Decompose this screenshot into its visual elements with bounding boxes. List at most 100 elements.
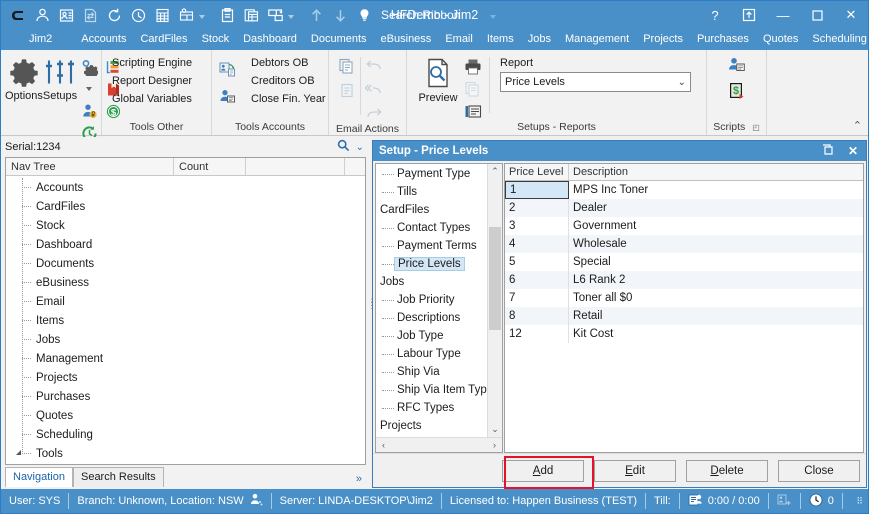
setup-tree-item-projects[interactable]: Projects	[376, 417, 502, 435]
minimize-button[interactable]: —	[766, 1, 800, 29]
scroll-thumb[interactable]	[489, 227, 501, 330]
more-tabs-icon[interactable]: »	[352, 471, 366, 487]
collapse-ribbon-icon[interactable]: ⌃	[853, 119, 862, 132]
setup-tree-vscrollbar[interactable]: ⌃ ⌄	[487, 164, 502, 437]
down-arrow-icon[interactable]	[329, 4, 351, 26]
clipboard-icon[interactable]	[216, 4, 238, 26]
close-button[interactable]: ✕	[834, 1, 868, 29]
setup-tree-item-price-levels[interactable]: Price Levels	[376, 255, 502, 273]
stock-item-icon[interactable]	[175, 4, 197, 26]
options-button[interactable]: Options	[5, 53, 43, 102]
tab-stock[interactable]: Stock	[195, 30, 237, 50]
setup-tree-item-descriptions[interactable]: Descriptions	[376, 309, 502, 327]
table-row[interactable]: 7 Toner all $0	[505, 289, 863, 307]
import-contact-icon[interactable]	[218, 59, 238, 79]
user-card-icon[interactable]	[727, 55, 747, 75]
expander-icon[interactable]	[16, 450, 21, 455]
gear-settings-icon[interactable]	[79, 57, 99, 77]
user-lock-icon[interactable]	[79, 101, 99, 121]
double-chevron-down-icon[interactable]: ⌄	[356, 142, 364, 153]
report-grid-icon[interactable]	[240, 4, 262, 26]
tab-management[interactable]: Management	[558, 30, 636, 50]
tab-accounts[interactable]: Accounts	[74, 30, 133, 50]
nav-item-quotes[interactable]: Quotes	[6, 406, 365, 425]
report-select[interactable]: Price Levels ⌄	[500, 72, 691, 92]
dialog-launcher-icon[interactable]: ◰	[752, 123, 760, 132]
till-icon[interactable]	[688, 493, 703, 510]
nav-col-count[interactable]: Count	[174, 158, 246, 175]
table-row[interactable]: 5 Special	[505, 253, 863, 271]
panel-splitter[interactable]: ⋮⋮	[367, 301, 370, 329]
hscroll-right-icon[interactable]: ›	[487, 440, 502, 450]
table-row[interactable]: 1 MPS Inc Toner	[505, 181, 863, 199]
debtors-ob-button[interactable]: Debtors OB	[251, 57, 326, 70]
user-card-icon[interactable]	[218, 87, 238, 107]
help-button[interactable]: ?	[698, 1, 732, 29]
dialog-close-button[interactable]: ✕	[840, 144, 866, 158]
setup-tree-item-labour-type[interactable]: Labour Type	[376, 345, 502, 363]
tab-documents[interactable]: Documents	[304, 30, 374, 50]
tab-cardfiles[interactable]: CardFiles	[133, 30, 194, 50]
dropdown-caret-icon[interactable]	[84, 79, 94, 99]
table-row[interactable]: 8 Retail	[505, 307, 863, 325]
delete-button[interactable]: Delete	[686, 460, 768, 482]
setup-tree-item-tills[interactable]: Tills	[376, 183, 502, 201]
setup-tree-item-jobs[interactable]: Jobs	[376, 273, 502, 291]
nav-item-items[interactable]: Items	[6, 311, 365, 330]
nav-item-projects[interactable]: Projects	[6, 368, 365, 387]
duplicate-window-icon[interactable]	[264, 4, 286, 26]
tab-scheduling[interactable]: Scheduling	[805, 30, 869, 50]
tab-purchases[interactable]: Purchases	[690, 30, 756, 50]
nav-item-tools[interactable]: Tools	[6, 444, 365, 463]
setup-tree-item-actions[interactable]: Actions	[376, 435, 502, 437]
jim2-logo-icon[interactable]	[7, 4, 29, 26]
nav-col-4[interactable]	[345, 158, 365, 175]
clock-icon[interactable]	[809, 493, 823, 510]
setup-tree-item-job-priority[interactable]: Job Priority	[376, 291, 502, 309]
nav-item-management[interactable]: Management	[6, 349, 365, 368]
grid-col-description[interactable]: Description	[569, 164, 863, 180]
nav-item-accounts[interactable]: Accounts	[6, 178, 365, 197]
dialog-restore-button[interactable]	[814, 144, 840, 158]
tab-ebusiness[interactable]: eBusiness	[374, 30, 439, 50]
close-dialog-button[interactable]: Close	[778, 460, 860, 482]
nav-item-documents[interactable]: Documents	[6, 254, 365, 273]
tab-jobs[interactable]: Jobs	[521, 30, 558, 50]
branch-user-icon[interactable]	[249, 493, 263, 510]
lightbulb-icon[interactable]	[353, 4, 375, 26]
printer-icon[interactable]	[463, 56, 483, 76]
global-variables-button[interactable]: Global Variables	[112, 93, 192, 106]
search-ribbon-label[interactable]: Search Ribbon	[381, 8, 460, 22]
table-row[interactable]: 2 Dealer	[505, 199, 863, 217]
creditors-ob-button[interactable]: Creditors OB	[251, 75, 326, 88]
dropdown-caret-icon[interactable]	[288, 15, 294, 19]
nav-item-jobs[interactable]: Jobs	[6, 330, 365, 349]
setup-tree-hscrollbar[interactable]: ‹ ›	[376, 437, 502, 452]
scroll-down-icon[interactable]: ⌄	[488, 422, 502, 437]
setup-tree-item-job-type[interactable]: Job Type	[376, 327, 502, 345]
grid-col-price-level[interactable]: Price Level	[505, 164, 569, 180]
setup-tree-item-ship-via[interactable]: Ship Via	[376, 363, 502, 381]
tab-items[interactable]: Items	[480, 30, 521, 50]
resize-grip-icon[interactable]: ⠿	[856, 496, 868, 507]
tab-dashboard[interactable]: Dashboard	[236, 30, 304, 50]
scroll-up-icon[interactable]: ⌃	[488, 164, 502, 179]
status-add-user[interactable]	[769, 493, 800, 510]
calculator-icon[interactable]	[151, 4, 173, 26]
setup-tree-item-payment-type[interactable]: Payment Type	[376, 165, 502, 183]
card-file-icon[interactable]	[55, 4, 77, 26]
pin-window-icon[interactable]	[732, 1, 766, 29]
tab-search-results[interactable]: Search Results	[73, 467, 164, 487]
add-user-icon[interactable]	[777, 493, 792, 510]
tab-email[interactable]: Email	[438, 30, 480, 50]
tab-navigation[interactable]: Navigation	[5, 467, 73, 487]
nav-item-dashboard[interactable]: Dashboard	[6, 235, 365, 254]
nav-col-3[interactable]	[246, 158, 345, 175]
nav-item-ebusiness[interactable]: eBusiness	[6, 273, 365, 292]
tab-projects[interactable]: Projects	[636, 30, 690, 50]
nav-item-email[interactable]: Email	[6, 292, 365, 311]
table-row[interactable]: 12 Kit Cost	[505, 325, 863, 343]
hscroll-left-icon[interactable]: ‹	[376, 440, 391, 450]
scripting-engine-button[interactable]: Scripting Engine	[112, 57, 192, 70]
fax-icon[interactable]	[463, 100, 483, 120]
